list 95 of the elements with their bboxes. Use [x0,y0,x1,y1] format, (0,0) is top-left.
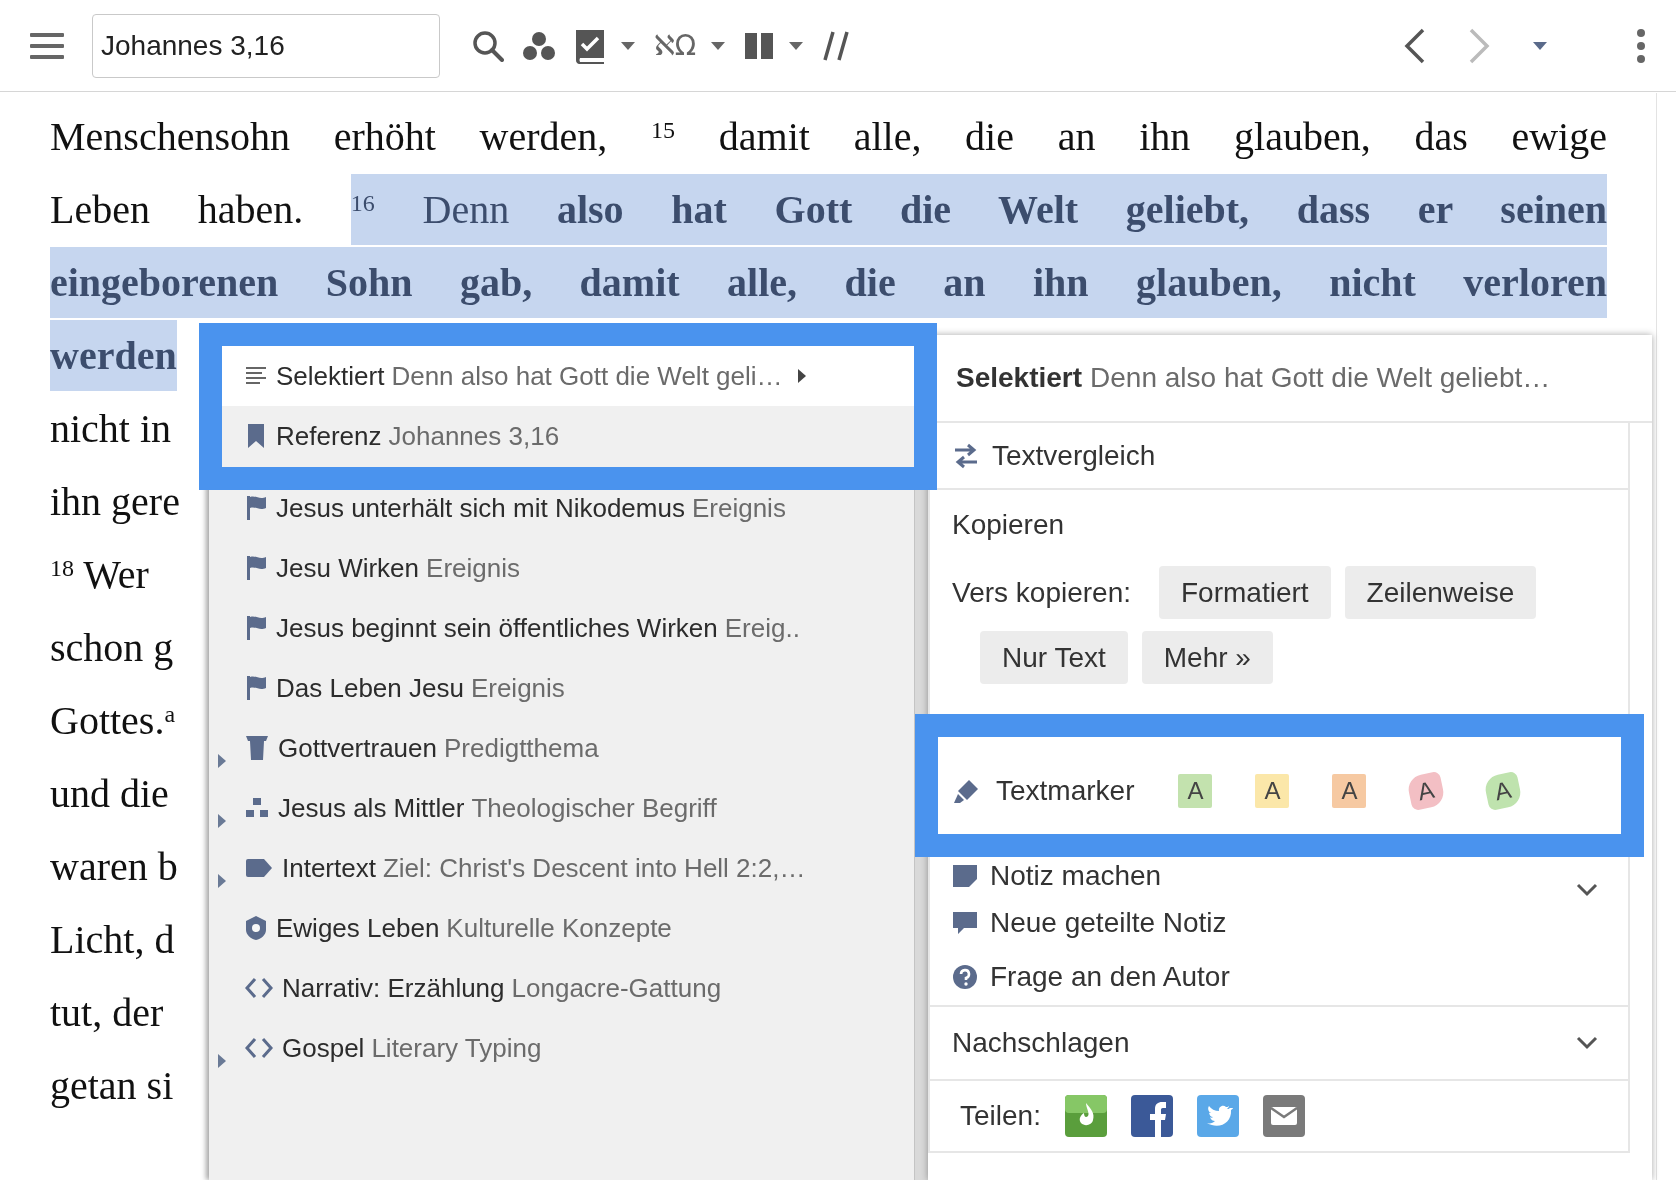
note-link[interactable]: Notiz machen [952,855,1162,897]
chevron-left-icon [1404,27,1426,64]
slashes-icon [822,29,851,62]
copy-button[interactable]: Nur Text [980,631,1128,684]
three-dots-icon [522,30,556,61]
expand-arrow-icon [217,873,227,890]
menu-button[interactable] [30,31,64,60]
book-check-button[interactable] [574,27,636,64]
field-label: Vers kopieren: [952,575,1131,610]
more-button[interactable] [1636,28,1646,63]
menu-item[interactable]: Das Leben Jesu Ereignis [209,658,914,718]
menu-item[interactable]: Narrativ: Erzählung Longacre-Gattung [209,958,914,1018]
comment-icon [952,911,978,935]
chevron-down-icon [1576,1036,1598,1050]
share-button[interactable] [1262,1095,1305,1137]
menu-item[interactable]: Referenz Johannes 3,16 [209,406,914,466]
copy-button[interactable]: Zeilenweise [1344,566,1537,619]
expand-arrow-icon [217,1053,227,1070]
search-field[interactable]: Johannes 3,16 [92,13,440,78]
passage-text: Licht, d [50,917,175,962]
lookup-toggle[interactable]: Nachschlagen [952,1022,1628,1064]
menu-item[interactable]: Jesus als Mittler Theologischer Begriff [209,778,914,838]
caret-icon [788,40,805,51]
menu-item[interactable]: Intertext Ziel: Christ's Descent into Hell 2:2,… [209,838,914,898]
menu-item[interactable]: Jesus beginnt sein öffentliches Wirken Ereig.. [209,598,914,658]
passage-text: getan si [50,1063,174,1108]
caret-icon [710,40,727,51]
expand-arrow-icon [217,753,227,770]
share-button[interactable] [1064,1095,1107,1137]
code-icon [245,976,273,1000]
passage-text: $^{18}$ Wer [50,552,149,597]
action-link[interactable]: Neue geteilte Notiz [952,902,1227,944]
passage-text: waren b [50,844,178,889]
flag-icon [245,615,267,641]
passage-text: nicht in [50,406,172,451]
menu-item[interactable]: Gottvertrauen Predigtthema [209,718,914,778]
menu-item[interactable]: Gospel Literary Typing [209,1018,914,1078]
flag-icon [245,675,267,701]
passage-text: und die [50,771,169,816]
passage-text: Leben haben. [50,187,304,232]
menu-item[interactable]: Ewiges Leben Kulturelle Konzepte [209,898,914,958]
share-button[interactable] [1130,1095,1173,1137]
flame-icon [1064,1095,1107,1137]
envelope-icon [1262,1095,1305,1137]
action-link[interactable]: Frage an den Autor [952,956,1230,998]
code-icon [245,1036,273,1060]
dots-button[interactable] [522,30,556,61]
back-button[interactable] [1404,27,1426,64]
swap-icon [952,442,980,469]
facebook-icon [1130,1095,1173,1137]
caret-icon [1532,40,1548,51]
selected-text: eingeborenen Sohn gab, damit alle, die an ihn glauben, nicht verloren [50,247,1607,318]
highlight-swatch[interactable]: A [1332,774,1367,808]
highlight-swatch[interactable]: A [1255,774,1290,808]
note-icon [952,864,978,888]
search-button[interactable] [472,29,504,62]
menu-item[interactable]: Jesus unterhält sich mit Nikodemus Ereignis [209,478,914,538]
passage-text: ihn gere [50,479,180,524]
shield-icon [245,915,267,941]
menu-item[interactable]: Jesu Wirken Ereignis [209,538,914,598]
flag-icon [245,495,267,521]
passage-text: Gottes.$^{a}$ [50,698,176,743]
expand-arrow-icon [217,813,227,830]
hierarchy-icon [245,797,269,819]
history-button[interactable] [1532,40,1548,51]
lines-icon [245,365,267,387]
flag-icon [245,555,267,581]
copy-button[interactable]: Formatiert [1159,566,1331,619]
highlight-swatch[interactable]: A [1178,774,1213,808]
bookmark-icon [245,423,267,449]
columns-icon [744,30,775,61]
highlighter-label: Textmarker [996,774,1135,808]
bird-icon [1196,1095,1239,1137]
chevron-down-icon [1576,883,1598,897]
compare-link[interactable]: Textvergleich [952,434,1156,477]
selected-text: werden [50,320,177,391]
caret-icon [620,40,636,51]
language-button[interactable]: ℵΩ [654,24,727,67]
pulpit-icon [245,735,269,761]
question-icon [952,964,978,990]
share-label: Teilen: [960,1099,1041,1133]
marker-icon [952,778,980,804]
panel-header: Selektiert Denn also hat Gott die Welt geliebt… [928,335,1652,423]
search-icon [472,29,504,62]
kebab-icon [1636,28,1646,63]
parallel-button[interactable] [822,29,851,62]
chevron-right-icon [1468,27,1490,64]
menu-icon [30,31,64,60]
passage-text: schon g [50,625,174,670]
passage-text: tut, der [50,990,164,1035]
section-title: Kopieren [952,508,1065,542]
book-check-icon [574,27,606,64]
columns-button[interactable] [744,30,805,61]
tag-icon [245,857,273,879]
copy-button[interactable]: Mehr » [1141,631,1273,684]
